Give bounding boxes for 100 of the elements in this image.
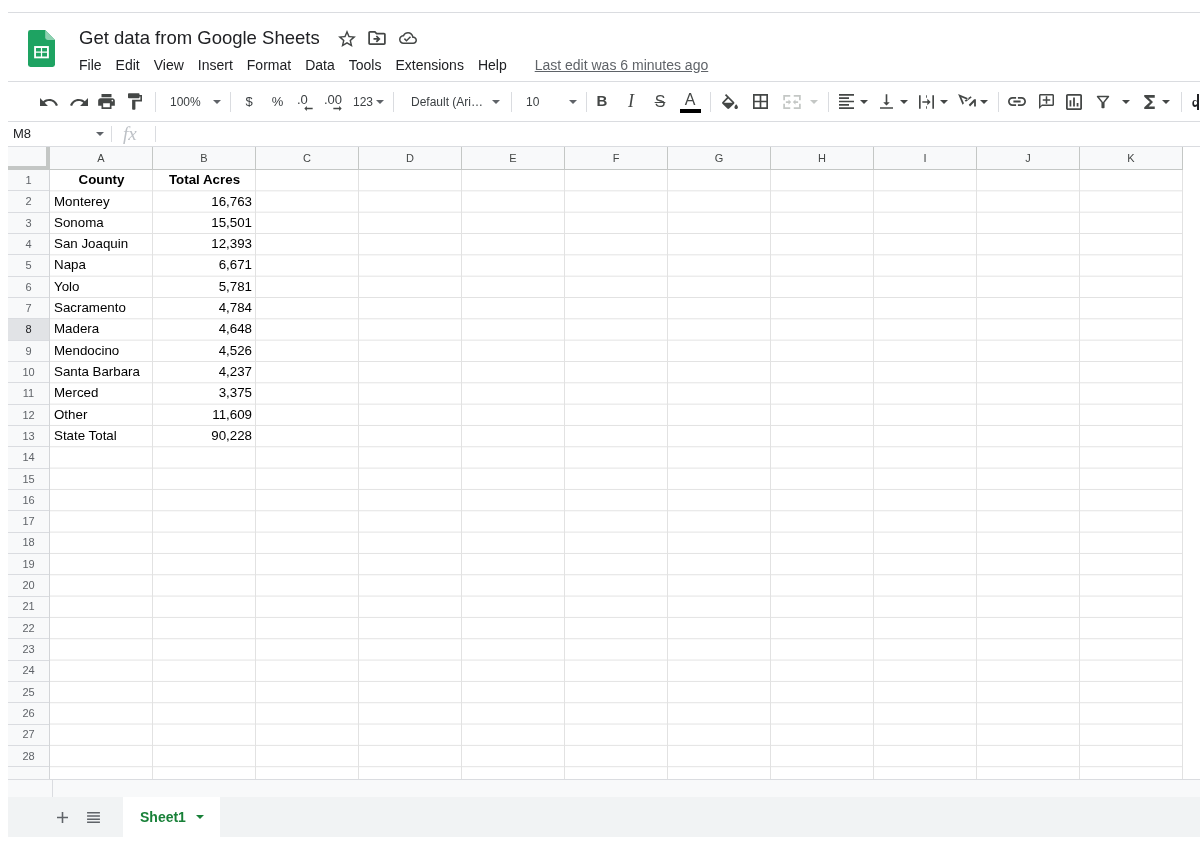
table-cell-text: Madera: [53, 320, 101, 339]
bar-chart-icon[interactable]: [1066, 93, 1082, 110]
font-dropdown[interactable]: Default (Ari…: [402, 88, 503, 115]
bold-button[interactable]: B: [591, 88, 613, 115]
menu-item[interactable]: Format: [246, 55, 292, 75]
list-icon[interactable]: [87, 811, 100, 823]
menu-item[interactable]: Insert: [197, 55, 233, 75]
last-edit-link[interactable]: Last edit was 6 minutes ago: [534, 55, 709, 75]
table-cell-text: Sonoma: [53, 213, 105, 232]
paint-roller-icon[interactable]: [128, 93, 142, 110]
column-header[interactable]: I: [874, 147, 977, 170]
table-cell-text: 4,526: [217, 341, 253, 360]
zoom-dropdown[interactable]: 100%: [162, 88, 224, 115]
table-cell-text: San Joaquin: [53, 235, 130, 254]
cloud-check-icon[interactable]: [398, 32, 417, 44]
table-cell-text: Merced: [53, 384, 100, 403]
column-header[interactable]: B: [153, 147, 256, 170]
table-cell-text: 12,393: [210, 235, 253, 254]
paint-bucket-icon[interactable]: [722, 94, 738, 109]
caret-icon[interactable]: [940, 99, 948, 104]
currency-button[interactable]: $: [238, 88, 260, 115]
function-label: fx: [123, 124, 137, 144]
table-cell-text: 4,784: [217, 299, 253, 318]
decrease-decimal-button[interactable]: .0: [294, 88, 316, 115]
caret-icon[interactable]: [376, 99, 384, 104]
table-cell-text: County: [77, 171, 126, 190]
table-cell-text: Yolo: [53, 277, 81, 296]
caret-icon[interactable]: [1162, 99, 1170, 104]
table-cell-text: Sacramento: [53, 299, 127, 318]
menu-item[interactable]: Edit: [115, 55, 140, 75]
align-bottom-icon[interactable]: [880, 94, 893, 109]
caret-icon[interactable]: [96, 132, 104, 136]
column-header[interactable]: F: [565, 147, 668, 170]
letter-icon[interactable]: [1192, 93, 1199, 110]
percent-button[interactable]: %: [264, 88, 291, 115]
caret-icon[interactable]: [860, 99, 868, 104]
increase-decimal-button[interactable]: .00: [320, 88, 346, 115]
arrow-left-icon[interactable]: [304, 105, 313, 111]
scrollbar-track[interactable]: [8, 779, 1200, 797]
menu-item[interactable]: Tools: [348, 55, 382, 75]
table-cell-text: 16,763: [210, 192, 253, 211]
italic-button[interactable]: I: [617, 88, 645, 115]
number-format-dropdown[interactable]: 123: [349, 88, 387, 115]
caret-icon[interactable]: [492, 99, 500, 104]
table-cell-text: 6,671: [217, 256, 253, 275]
caret-icon[interactable]: [1122, 99, 1130, 104]
column-header[interactable]: H: [771, 147, 874, 170]
column-header[interactable]: K: [1080, 147, 1183, 170]
print-icon[interactable]: [98, 94, 115, 109]
add-icon[interactable]: [57, 811, 68, 823]
arrow-right-icon[interactable]: [333, 105, 342, 111]
table-cell-text: 4,237: [217, 363, 253, 382]
caret-icon[interactable]: [213, 99, 221, 104]
name-box[interactable]: M8: [8, 122, 110, 146]
table-cell-text: Other: [53, 405, 89, 424]
filter-icon[interactable]: [1096, 94, 1110, 109]
caret-icon[interactable]: [900, 99, 908, 104]
text-wrap-icon[interactable]: [919, 94, 934, 109]
document-title[interactable]: Get data from Google Sheets: [79, 26, 320, 50]
add-comment-icon[interactable]: [1039, 94, 1054, 109]
table-cell-text: State Total: [53, 427, 118, 446]
redo-icon[interactable]: [70, 97, 88, 106]
sheet-tab[interactable]: Sheet1: [123, 797, 220, 837]
table-cell-text: 90,228: [210, 427, 253, 446]
table-cell-text: Monterey: [53, 192, 111, 211]
undo-icon[interactable]: [40, 97, 58, 106]
font-size-dropdown[interactable]: 10: [518, 88, 580, 115]
caret-icon[interactable]: [980, 99, 988, 104]
menu-item[interactable]: Extensions: [395, 55, 464, 75]
table-cell-text: 3,375: [217, 384, 253, 403]
strikethrough-button[interactable]: S: [647, 88, 673, 115]
grid-borders-icon[interactable]: [753, 94, 768, 109]
table-cell-text: Mendocino: [53, 341, 121, 360]
column-header[interactable]: E: [462, 147, 565, 170]
folder-arrow-icon[interactable]: [367, 31, 386, 45]
table-cell-text: Santa Barbara: [53, 363, 141, 382]
caret-icon[interactable]: [195, 815, 204, 819]
link-icon[interactable]: [1008, 97, 1026, 106]
column-header[interactable]: D: [359, 147, 462, 170]
column-header[interactable]: A: [50, 147, 153, 170]
menu-item[interactable]: File: [79, 55, 102, 75]
column-header[interactable]: C: [256, 147, 359, 170]
table-cell-text: Napa: [53, 256, 87, 275]
row-header[interactable]: 8: [8, 319, 49, 341]
table-cell-text: Total Acres: [167, 171, 242, 190]
caret-icon[interactable]: [569, 99, 577, 104]
menu-item[interactable]: Data: [305, 55, 335, 75]
star-icon[interactable]: [337, 29, 356, 47]
table-cell-text: 15,501: [210, 213, 253, 232]
align-left-icon[interactable]: [839, 94, 854, 109]
column-header[interactable]: J: [977, 147, 1080, 170]
menu-item[interactable]: Help: [477, 55, 507, 75]
table-cell-text: 4,648: [217, 320, 253, 339]
spreadsheet-icon[interactable]: [28, 30, 55, 67]
color-bar-icon: [679, 108, 701, 113]
column-header[interactable]: G: [668, 147, 771, 170]
menu-item[interactable]: View: [153, 55, 184, 75]
table-cell-text: 5,781: [217, 277, 253, 296]
sigma-icon[interactable]: [1144, 94, 1155, 109]
text-color-button[interactable]: A: [677, 87, 703, 116]
